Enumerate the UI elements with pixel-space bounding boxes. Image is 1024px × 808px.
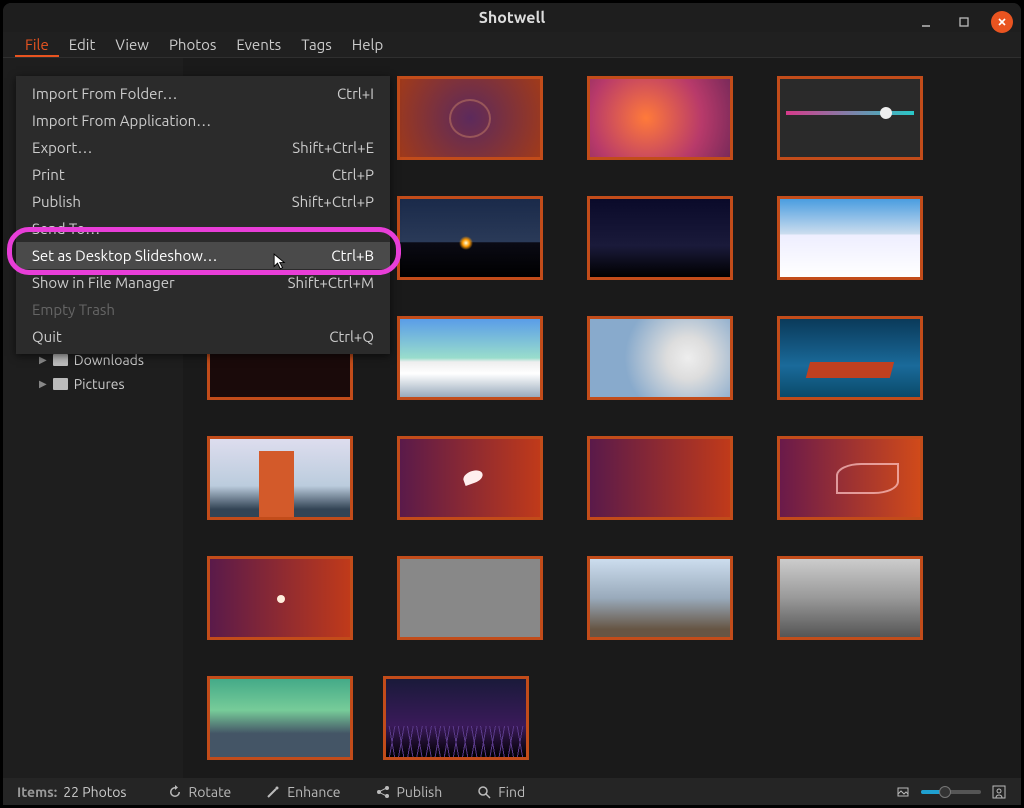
wand-icon (265, 784, 281, 800)
folder-icon (53, 378, 68, 390)
thumbnail-small-icon[interactable] (895, 784, 911, 800)
photo-thumbnail[interactable] (207, 556, 353, 640)
rotate-button[interactable]: Rotate (167, 784, 232, 800)
window-title: Shotwell (479, 9, 545, 27)
menu-item-label: Import From Application… (32, 112, 211, 129)
statusbar: Items: 22 Photos Rotate Enhance Publish … (3, 778, 1021, 805)
menu-view[interactable]: View (105, 32, 159, 57)
menu-item-print[interactable]: Print Ctrl+P (16, 161, 390, 188)
menu-item-label: Empty Trash (32, 301, 115, 318)
menubar: File Edit View Photos Events Tags Help (3, 32, 1021, 58)
file-menu-dropdown: Import From Folder… Ctrl+I Import From A… (16, 76, 390, 354)
menu-item-publish[interactable]: Publish Shift+Ctrl+P (16, 188, 390, 215)
photo-thumbnail[interactable] (777, 316, 923, 400)
menu-item-empty-trash: Empty Trash (16, 296, 390, 323)
menu-item-label: Export… (32, 139, 92, 156)
search-icon (476, 784, 492, 800)
menu-item-show-in-file-manager[interactable]: Show in File Manager Shift+Ctrl+M (16, 269, 390, 296)
menu-item-quit[interactable]: Quit Ctrl+Q (16, 323, 390, 350)
find-button[interactable]: Find (476, 784, 525, 800)
photo-thumbnail[interactable] (587, 436, 733, 520)
menu-item-export[interactable]: Export… Shift+Ctrl+E (16, 134, 390, 161)
photo-thumbnail[interactable] (777, 556, 923, 640)
menu-item-label: Publish (32, 193, 81, 210)
tool-label: Publish (397, 784, 443, 800)
photo-thumbnail[interactable] (587, 196, 733, 280)
bottom-toolbar: Rotate Enhance Publish Find (167, 784, 895, 800)
menu-help[interactable]: Help (342, 32, 393, 57)
menu-item-accel: Ctrl+I (337, 85, 374, 102)
sidebar-item-pictures[interactable]: ▶ Pictures (3, 372, 183, 396)
photo-thumbnail[interactable] (777, 76, 923, 160)
menu-item-accel: Ctrl+Q (329, 328, 374, 345)
menu-item-label: Print (32, 166, 65, 183)
menu-item-accel: Shift+Ctrl+P (292, 193, 374, 210)
photo-thumbnail[interactable] (397, 76, 543, 160)
titlebar: Shotwell (3, 3, 1021, 32)
publish-button[interactable]: Publish (375, 784, 443, 800)
photo-thumbnail[interactable] (777, 196, 923, 280)
menu-tags[interactable]: Tags (291, 32, 342, 57)
status-value: 22 Photos (63, 784, 126, 800)
menu-item-accel: Shift+Ctrl+M (288, 274, 374, 291)
tool-label: Rotate (189, 784, 232, 800)
menu-edit[interactable]: Edit (59, 32, 106, 57)
menu-item-accel: Ctrl+P (332, 166, 374, 183)
photo-thumbnail[interactable] (587, 316, 733, 400)
menu-item-label: Import From Folder… (32, 85, 177, 102)
photo-thumbnail[interactable] (777, 436, 923, 520)
enhance-button[interactable]: Enhance (265, 784, 340, 800)
menu-item-accel: Ctrl+B (331, 247, 374, 264)
menu-item-label: Quit (32, 328, 62, 345)
chevron-right-icon: ▶ (39, 354, 47, 366)
zoom-control (895, 784, 1007, 800)
photo-thumbnail[interactable] (587, 76, 733, 160)
menu-item-import-application[interactable]: Import From Application… (16, 107, 390, 134)
share-icon (375, 784, 391, 800)
photo-thumbnail[interactable] (397, 196, 543, 280)
thumbnail-large-icon[interactable] (991, 784, 1007, 800)
menu-item-accel: Shift+Ctrl+E (292, 139, 374, 156)
menu-events[interactable]: Events (226, 32, 291, 57)
photo-thumbnail[interactable] (383, 676, 529, 760)
minimize-button[interactable] (915, 11, 937, 33)
tool-label: Enhance (287, 784, 340, 800)
sidebar-item-label: Downloads (74, 352, 144, 368)
menu-item-send-to[interactable]: Send To… (16, 215, 390, 242)
menu-item-label: Send To… (32, 220, 100, 237)
menu-file[interactable]: File (15, 32, 59, 57)
photo-thumbnail[interactable] (397, 556, 543, 640)
photo-thumbnail[interactable] (397, 316, 543, 400)
rotate-icon (167, 784, 183, 800)
chevron-right-icon: ▶ (39, 378, 47, 390)
photo-thumbnail[interactable] (207, 436, 353, 520)
menu-item-import-folder[interactable]: Import From Folder… Ctrl+I (16, 80, 390, 107)
tool-label: Find (498, 784, 525, 800)
window-controls (915, 11, 1013, 33)
photo-thumbnail[interactable] (397, 436, 543, 520)
menu-photos[interactable]: Photos (159, 32, 226, 57)
status-label: Items: (17, 784, 57, 800)
photo-thumbnail[interactable] (207, 676, 353, 760)
folder-icon (53, 354, 68, 366)
maximize-button[interactable] (953, 11, 975, 33)
sidebar-item-label: Pictures (74, 376, 125, 392)
close-button[interactable] (991, 11, 1013, 33)
photo-thumbnail[interactable] (587, 556, 733, 640)
menu-item-label: Set as Desktop Slideshow… (32, 247, 217, 264)
menu-item-set-desktop-slideshow[interactable]: Set as Desktop Slideshow… Ctrl+B (16, 242, 390, 269)
menu-item-label: Show in File Manager (32, 274, 175, 291)
zoom-slider[interactable] (921, 790, 981, 794)
